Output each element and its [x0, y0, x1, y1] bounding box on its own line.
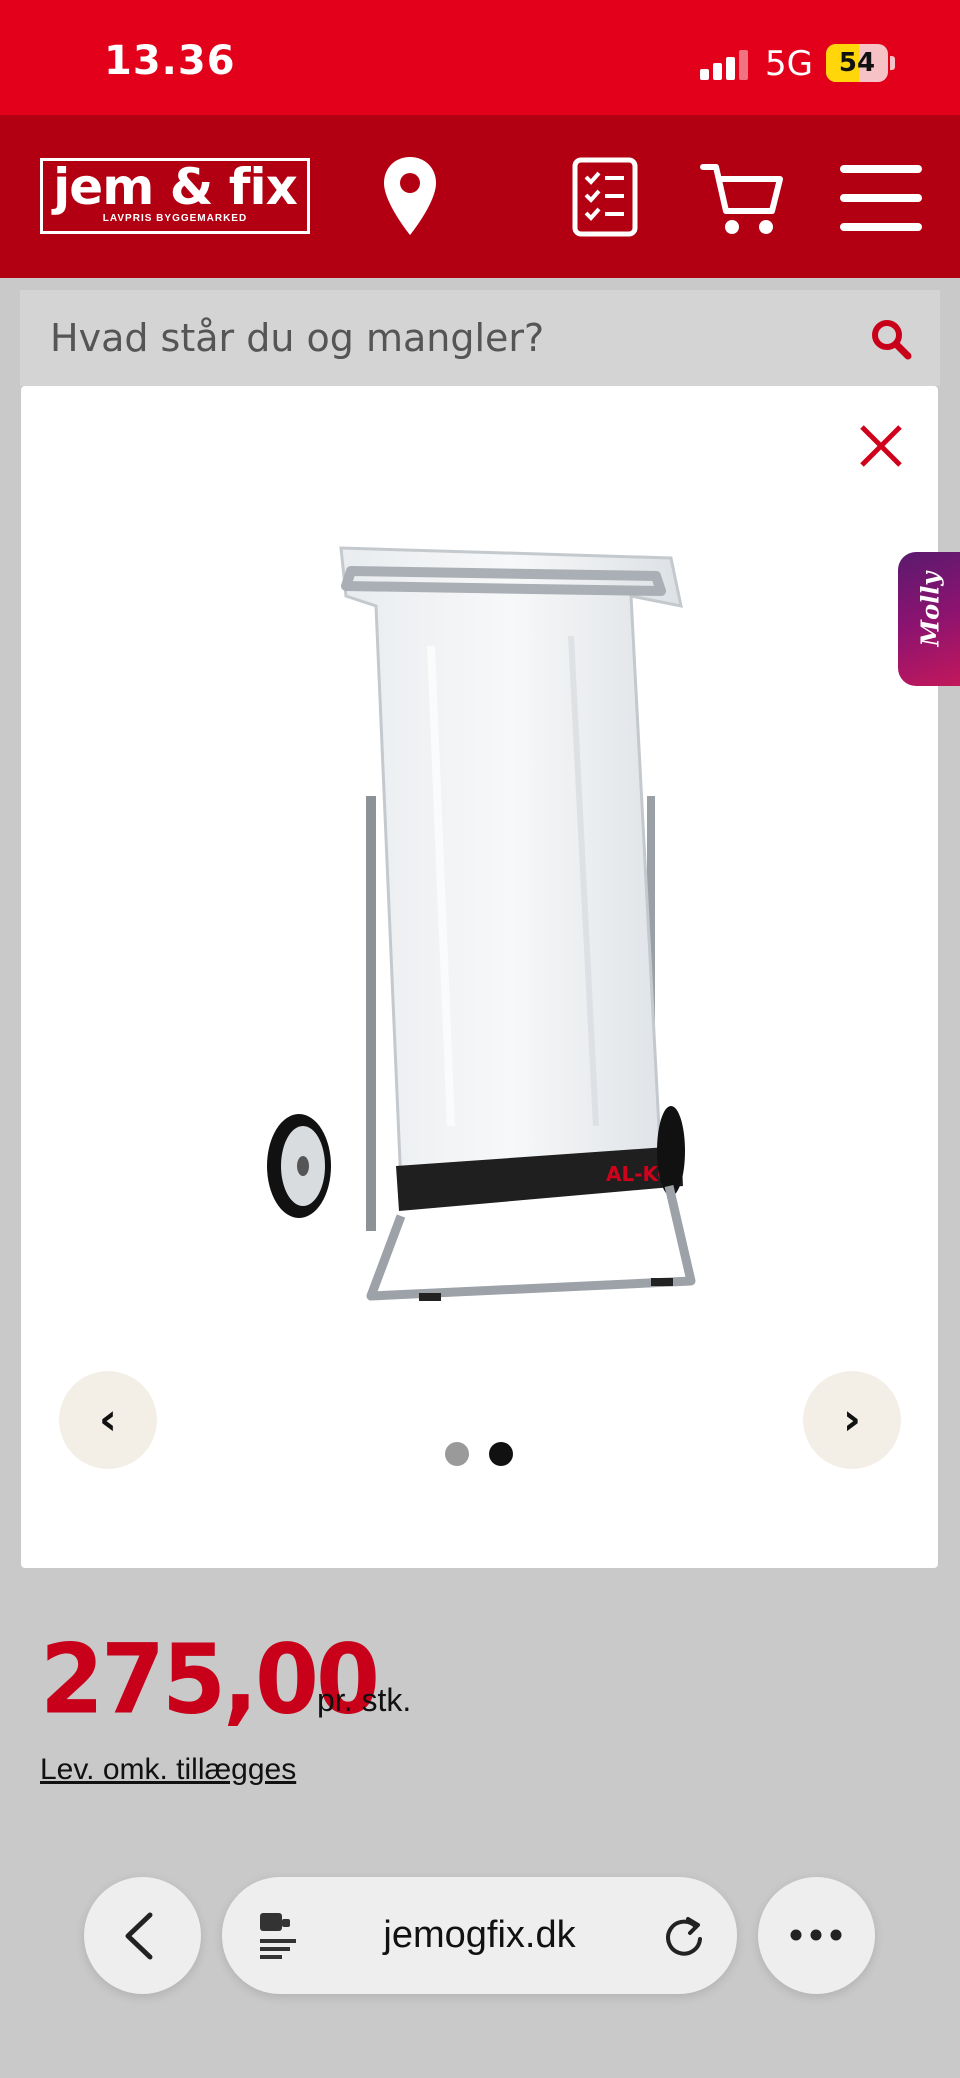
gallery-dot-active[interactable] [489, 1442, 513, 1466]
signal-icon [700, 50, 750, 80]
browser-url: jemogfix.dk [383, 1914, 576, 1956]
browser-address-bar[interactable]: jemogfix.dk [222, 1877, 737, 1994]
image-gallery-modal: AL-KO ‹ › [21, 386, 938, 1568]
search-icon[interactable] [870, 318, 912, 360]
logo-text: jem & fix [53, 158, 298, 216]
chevron-left-icon [125, 1912, 153, 1960]
browser-back-button[interactable] [84, 1877, 201, 1994]
molly-chat-tab[interactable]: Molly [898, 552, 960, 686]
product-image: AL-KO [267, 546, 696, 1301]
network-type: 5G [765, 44, 813, 84]
battery-level: 54 [838, 48, 876, 78]
site-header: jem & fix LAVPRIS BYGGEMARKED [0, 115, 960, 278]
logo[interactable]: jem & fix LAVPRIS BYGGEMARKED [40, 158, 310, 234]
price-unit: pr. stk. [317, 1682, 412, 1718]
cart-icon[interactable] [700, 161, 784, 237]
more-icon [790, 1929, 842, 1941]
close-icon[interactable] [856, 421, 906, 471]
gallery-next-button[interactable]: › [803, 1371, 901, 1469]
browser-more-button[interactable] [758, 1877, 875, 1994]
status-bar: 13.36 5G 54 [0, 0, 960, 115]
shopping-list-icon[interactable] [572, 157, 638, 237]
search-bar [0, 278, 960, 396]
molly-label: Molly [915, 571, 945, 647]
battery-tip [890, 56, 895, 70]
gallery-prev-button[interactable]: ‹ [59, 1371, 157, 1469]
search-input[interactable] [50, 290, 850, 386]
menu-icon[interactable] [840, 165, 922, 231]
location-pin-icon[interactable] [382, 155, 438, 237]
delivery-cost-link[interactable]: Lev. omk. tillægges [40, 1753, 296, 1787]
search-box [20, 290, 940, 386]
status-time: 13.36 [104, 38, 236, 84]
gallery-dot[interactable] [445, 1442, 469, 1466]
battery-icon: 54 [826, 44, 888, 82]
reload-icon[interactable] [662, 1913, 706, 1959]
